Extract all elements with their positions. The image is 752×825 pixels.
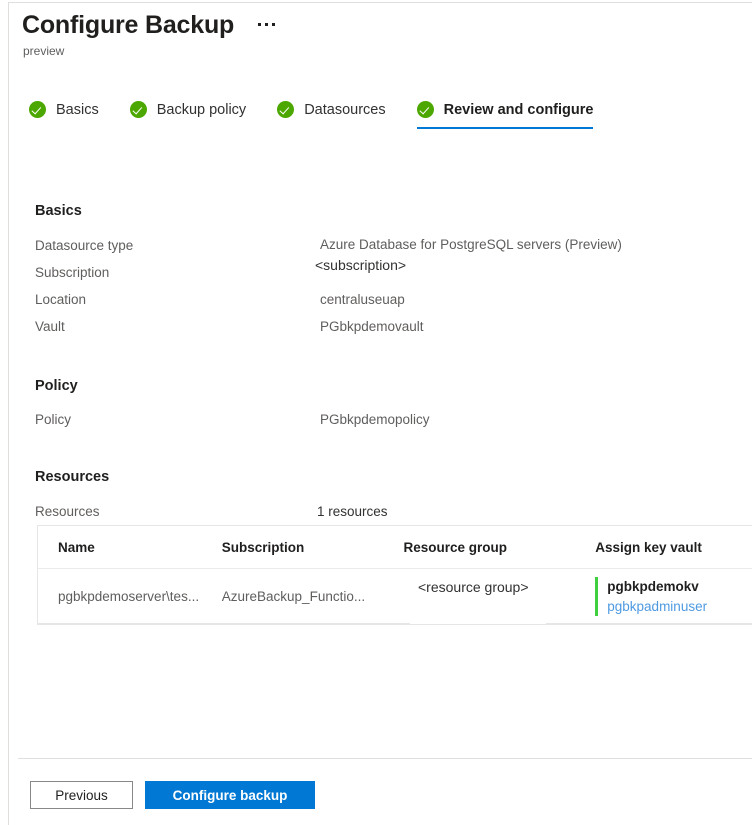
value-vault: PGbkpdemovault <box>320 319 424 334</box>
tab-label: Review and configure <box>443 101 594 118</box>
label-location: Location <box>35 292 87 307</box>
tab-datasources[interactable]: Datasources <box>277 101 386 129</box>
cell-subscription: AzureBackup_Functio... <box>221 589 366 604</box>
key-vault-name: pgbkpdemokv <box>607 579 699 595</box>
preview-label: preview <box>23 44 65 58</box>
tab-review-and-configure[interactable]: Review and configure <box>416 101 594 129</box>
key-vault-user-link[interactable]: pgbkpadminuser <box>607 597 752 616</box>
column-header-subscription: Subscription <box>221 539 305 555</box>
column-header-resource-group: Resource group <box>403 539 508 555</box>
value-resources-count: 1 resources <box>317 504 388 519</box>
check-circle-icon <box>129 101 147 118</box>
resources-table: Name Subscription Resource group Assign … <box>37 525 752 625</box>
title-row: Configure Backup <box>22 9 277 41</box>
ellipsis-dot <box>258 23 262 26</box>
label-resources-count: Resources <box>35 504 100 519</box>
column-header-assign-key-vault: Assign key vault <box>595 539 702 555</box>
more-options-icon[interactable] <box>256 19 277 30</box>
footer-divider <box>18 758 752 759</box>
configure-backup-blade: Configure Backup preview Basics Backup p… <box>8 2 752 825</box>
tab-label: Backup policy <box>156 101 247 118</box>
value-location: centraluseuap <box>320 292 405 307</box>
key-vault-status-block: pgbkpdemokv pgbkpadminuser <box>595 577 752 616</box>
label-subscription: Subscription <box>35 265 110 280</box>
tab-label: Basics <box>56 101 99 118</box>
configure-backup-button[interactable]: Configure backup <box>145 781 315 809</box>
table-header-row: Name Subscription Resource group Assign … <box>38 526 752 569</box>
value-policy: PGbkpdemopolicy <box>320 412 430 427</box>
tab-basics[interactable]: Basics <box>29 101 99 129</box>
ellipsis-dot <box>265 23 269 26</box>
value-subscription: <subscription> <box>315 257 407 273</box>
tab-label: Datasources <box>304 101 386 118</box>
table-row[interactable]: pgbkpdemoserver\tes... AzureBackup_Funct… <box>38 569 752 624</box>
label-datasource-type: Datasource type <box>35 238 134 253</box>
cell-assign-key-vault: pgbkpdemokv pgbkpadminuser <box>585 577 752 616</box>
label-vault: Vault <box>35 319 65 334</box>
value-datasource-type: Azure Database for PostgreSQL servers (P… <box>320 237 622 252</box>
column-header-name: Name <box>58 539 95 555</box>
ellipsis-dot <box>272 23 276 26</box>
wizard-tabs: Basics Backup policy Datasources Review … <box>29 101 624 129</box>
section-heading-basics: Basics <box>35 203 82 219</box>
section-heading-policy: Policy <box>35 378 78 394</box>
label-policy: Policy <box>35 412 72 427</box>
resource-group-placeholder: <resource group> <box>414 575 535 601</box>
page-title: Configure Backup <box>22 11 235 39</box>
check-circle-icon <box>416 101 434 118</box>
row-divider-left <box>38 623 410 624</box>
check-circle-icon <box>29 101 46 118</box>
cell-name: pgbkpdemoserver\tes... <box>58 589 200 604</box>
tab-backup-policy[interactable]: Backup policy <box>129 101 247 129</box>
previous-button[interactable]: Previous <box>30 781 133 809</box>
check-circle-icon <box>277 101 295 118</box>
row-divider-right <box>546 623 752 624</box>
section-heading-resources: Resources <box>35 469 110 485</box>
footer-actions: Previous Configure backup <box>30 781 315 809</box>
